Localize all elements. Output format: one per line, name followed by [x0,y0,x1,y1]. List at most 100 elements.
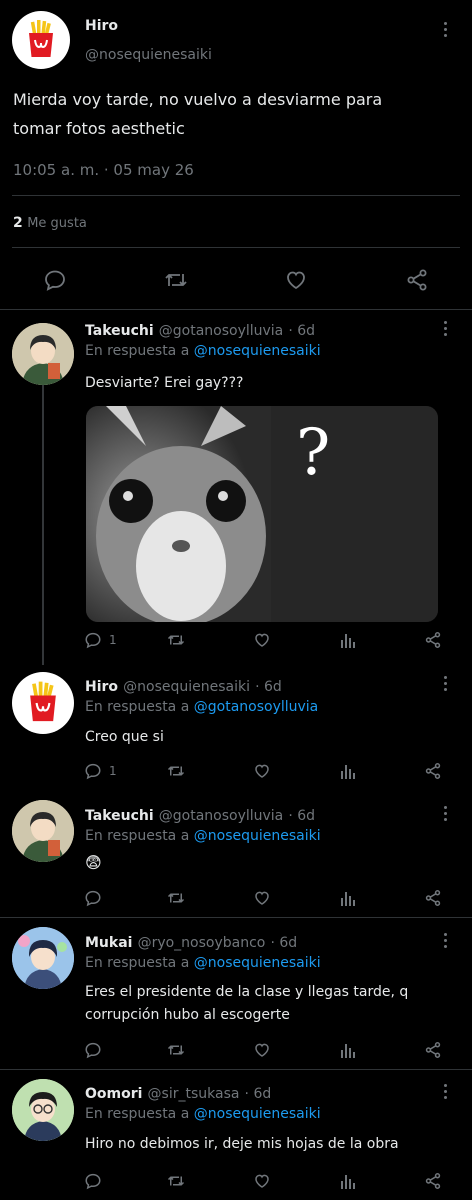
more-icon[interactable] [443,1084,449,1102]
like-icon[interactable] [253,631,271,649]
views-icon[interactable] [340,1172,356,1190]
post-age[interactable]: · 6d [245,1086,272,1102]
like-icon[interactable] [284,268,308,292]
share-icon[interactable] [405,268,429,292]
anime-boy-avatar-icon [12,323,74,385]
anime-avatar-icon [12,927,74,989]
retweet-icon[interactable] [166,889,186,907]
share-icon[interactable] [424,762,442,780]
display-name[interactable]: Hiro [85,679,118,695]
fries-logo-icon [30,681,56,722]
post-age[interactable]: · 6d [288,808,315,824]
avatar-hiro[interactable] [12,672,74,734]
reply-icon[interactable] [84,1041,102,1059]
avatar-mukai[interactable] [12,927,74,989]
display-name[interactable]: Takeuchi [85,323,154,339]
avatar-takeuchi[interactable] [12,323,74,385]
avatar-takeuchi[interactable] [12,800,74,862]
retweet-icon[interactable] [166,1172,186,1190]
reply-header: Mukai @ryo_nosoybanco · 6d [85,932,297,951]
anime-glasses-avatar-icon [12,1079,74,1141]
post-age[interactable]: · 6d [255,679,282,695]
reply-text-line-1: Eres el presidente de la clase y llegas … [85,984,409,1000]
timestamp[interactable]: 10:05 a. m. · 05 may 26 [13,161,194,179]
reply-prefix: En respuesta a [85,1106,190,1122]
display-name[interactable]: Takeuchi [85,808,154,824]
share-icon[interactable] [424,1041,442,1059]
handle[interactable]: @gotanosoylluvia [159,808,284,824]
divider [0,917,472,918]
reply-icon[interactable] [84,631,102,649]
reply-icon[interactable] [84,889,102,907]
anime-boy-avatar-icon [12,800,74,862]
reply-prefix: En respuesta a [85,343,190,359]
reply-icon[interactable] [43,268,67,292]
handle[interactable]: @nosequienesaiki [85,47,212,63]
question-mark: ? [296,416,331,490]
views-icon[interactable] [340,1041,356,1059]
display-name[interactable]: Mukai [85,935,132,951]
post-age[interactable]: · 6d [270,935,297,951]
likes-count: 2 [13,215,23,231]
more-icon[interactable] [443,676,449,694]
share-icon[interactable] [424,1172,442,1190]
reply-count: 1 [109,633,117,647]
thread-line [42,385,44,665]
handle[interactable]: @gotanosoylluvia [159,323,284,339]
retweet-icon[interactable] [163,268,189,292]
tweet-text-line-2: tomar fotos aesthetic [13,119,185,138]
reply-icon[interactable] [84,1172,102,1190]
like-icon[interactable] [253,762,271,780]
more-icon[interactable] [443,806,449,824]
divider [12,195,460,196]
reply-text: 😨 [85,853,102,872]
reply-to-mention[interactable]: @gotanosoylluvia [194,699,319,715]
display-name[interactable]: Oomori [85,1086,142,1102]
cat-photo [86,406,438,622]
reply-to-mention[interactable]: @nosequienesaiki [194,343,321,359]
reply-header: Oomori @sir_tsukasa · 6d [85,1083,271,1102]
handle[interactable]: @ryo_nosoybanco [138,935,266,951]
handle[interactable]: @sir_tsukasa [148,1086,240,1102]
display-name[interactable]: Hiro [85,18,118,34]
divider [12,247,460,248]
avatar-oomori[interactable] [12,1079,74,1141]
reply-prefix: En respuesta a [85,955,190,971]
reply-icon[interactable] [84,762,102,780]
share-icon[interactable] [424,889,442,907]
more-icon[interactable] [443,321,449,339]
reply-to-mention[interactable]: @nosequienesaiki [194,1106,321,1122]
share-icon[interactable] [424,631,442,649]
reply-header: Takeuchi @gotanosoylluvia · 6d [85,805,315,824]
reply-to-mention[interactable]: @nosequienesaiki [194,828,321,844]
retweet-icon[interactable] [166,762,186,780]
reply-context: En respuesta a @nosequienesaiki [85,828,321,844]
reply-context: En respuesta a @gotanosoylluvia [85,699,318,715]
reply-context: En respuesta a @nosequienesaiki [85,343,321,359]
reply-text: Creo que si [85,729,164,745]
views-icon[interactable] [340,762,356,780]
retweet-icon[interactable] [166,1041,186,1059]
handle[interactable]: @nosequienesaiki [123,679,250,695]
reply-count: 1 [109,764,117,778]
reply-context: En respuesta a @nosequienesaiki [85,955,321,971]
views-icon[interactable] [340,631,356,649]
likes-stat[interactable]: 2 Me gusta [13,215,87,231]
avatar-hiro[interactable] [12,11,70,69]
retweet-icon[interactable] [166,631,186,649]
more-icon[interactable] [443,22,449,40]
fries-logo-icon [29,20,53,57]
media-image[interactable]: ? [86,406,438,622]
like-icon[interactable] [253,1041,271,1059]
reply-text-line-2: corrupción hubo al escogerte [85,1007,290,1023]
likes-label: Me gusta [27,216,87,231]
more-icon[interactable] [443,933,449,951]
like-icon[interactable] [253,1172,271,1190]
post-age[interactable]: · 6d [288,323,315,339]
like-icon[interactable] [253,889,271,907]
reply-header: Takeuchi @gotanosoylluvia · 6d [85,320,315,339]
views-icon[interactable] [340,889,356,907]
reply-header: Hiro @nosequienesaiki · 6d [85,676,282,695]
reply-text: Hiro no debimos ir, deje mis hojas de la… [85,1136,399,1152]
reply-to-mention[interactable]: @nosequienesaiki [194,955,321,971]
